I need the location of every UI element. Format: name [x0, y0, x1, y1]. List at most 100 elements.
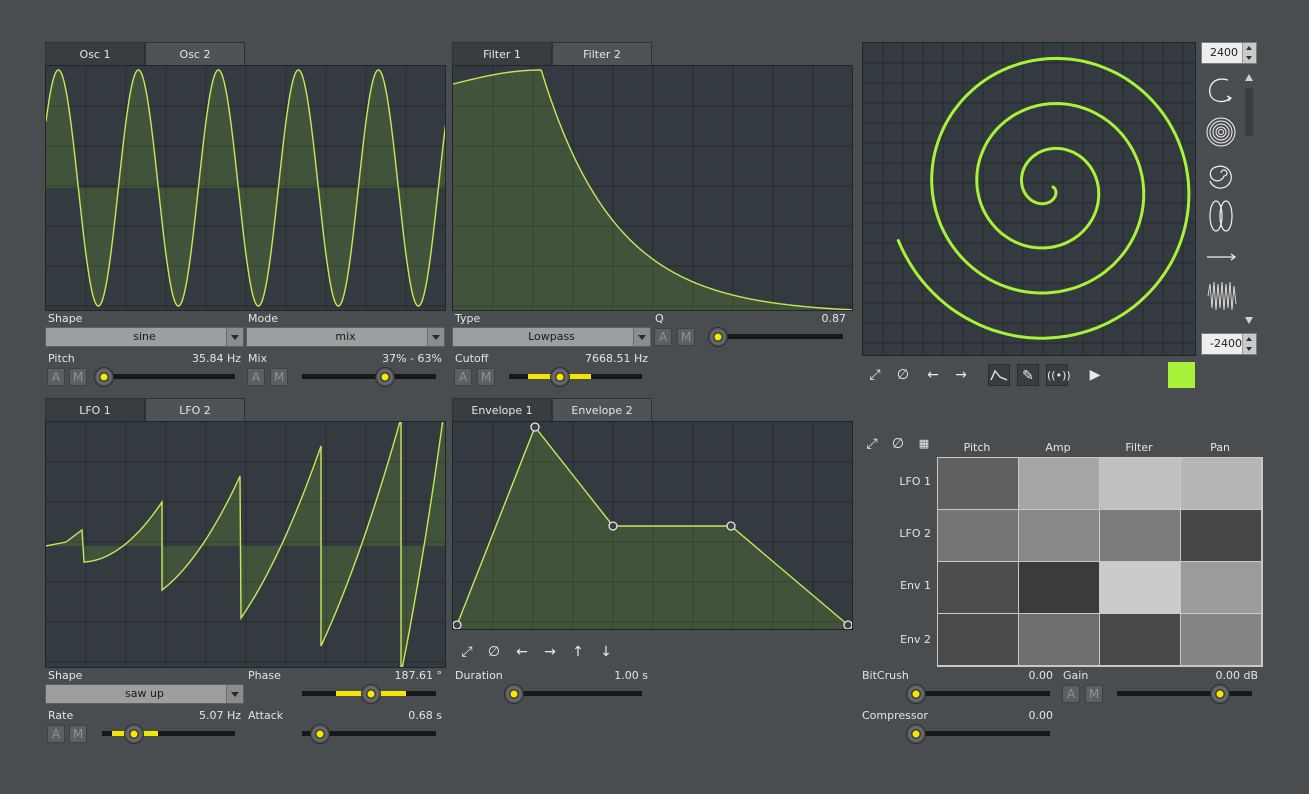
matrix-cell[interactable]: [1100, 562, 1180, 613]
slider-knob[interactable]: [362, 685, 380, 703]
tab-lfo-2[interactable]: LFO 2: [145, 398, 245, 421]
matrix-cell[interactable]: [1181, 458, 1261, 509]
attack-slider[interactable]: [302, 725, 436, 743]
play-icon[interactable]: ▶: [1084, 364, 1106, 386]
osc-mode-select[interactable]: mix: [246, 327, 445, 347]
matrix-options-icon[interactable]: ▦: [913, 433, 935, 455]
shift-left-icon[interactable]: ←: [922, 364, 944, 386]
env-fit-icon[interactable]: ⤢: [456, 641, 478, 663]
pitch-slider[interactable]: [95, 368, 235, 386]
max-value-spinbox[interactable]: 2400: [1201, 42, 1257, 64]
rate-automate-button[interactable]: A: [47, 725, 65, 743]
matrix-cell[interactable]: [1019, 458, 1099, 509]
slider-knob[interactable]: [311, 725, 329, 743]
q-automate-button[interactable]: A: [654, 328, 672, 346]
shift-right-icon[interactable]: →: [950, 364, 972, 386]
shape-editor-graph[interactable]: [862, 42, 1196, 356]
env-shift-up-icon[interactable]: ↑: [567, 641, 589, 663]
cutoff-slider[interactable]: [509, 368, 642, 386]
env-shift-right-icon[interactable]: →: [539, 641, 561, 663]
slider-knob[interactable]: [1211, 685, 1229, 703]
slider-knob[interactable]: [125, 725, 143, 743]
tab-envelope-2[interactable]: Envelope 2: [552, 398, 652, 421]
spiral-icon[interactable]: [1209, 165, 1232, 189]
matrix-cell[interactable]: [938, 614, 1018, 665]
matrix-cell[interactable]: [1100, 510, 1180, 561]
matrix-cell[interactable]: [938, 562, 1018, 613]
osc-shape-select[interactable]: sine: [45, 327, 244, 347]
fit-icon[interactable]: ⤢: [864, 364, 886, 386]
mix-automate-button[interactable]: A: [247, 368, 265, 386]
gain-slider[interactable]: [1117, 685, 1252, 703]
scroll-up-icon[interactable]: [1245, 74, 1253, 81]
filter-response-graph[interactable]: [452, 65, 853, 311]
spiral-dense-icon[interactable]: [1206, 117, 1236, 147]
tab-osc-1[interactable]: Osc 1: [45, 42, 145, 65]
filter-type-select[interactable]: Lowpass: [452, 327, 651, 347]
mix-slider[interactable]: [302, 368, 436, 386]
tab-filter-2[interactable]: Filter 2: [552, 42, 652, 65]
slider-knob[interactable]: [907, 685, 925, 703]
curve-mode-icon[interactable]: [988, 364, 1010, 386]
shape-presets[interactable]: [1204, 72, 1240, 322]
modulation-matrix[interactable]: [937, 457, 1263, 667]
cutoff-modulate-button[interactable]: M: [477, 368, 495, 386]
slider-knob[interactable]: [709, 328, 727, 346]
gain-automate-button[interactable]: A: [1062, 685, 1080, 703]
spiral-arc-icon[interactable]: [1208, 78, 1233, 103]
env-shift-left-icon[interactable]: ←: [511, 641, 533, 663]
pitch-modulate-button[interactable]: M: [69, 368, 87, 386]
rate-slider[interactable]: [102, 725, 235, 743]
matrix-reset-icon[interactable]: ∅: [887, 433, 909, 455]
envelope-graph[interactable]: [452, 421, 853, 630]
matrix-cell[interactable]: [1100, 614, 1180, 665]
spin-arrows-icon[interactable]: [1242, 334, 1256, 354]
lfo-graph[interactable]: [45, 421, 446, 668]
env-reset-icon[interactable]: ∅: [483, 641, 505, 663]
tab-filter-1[interactable]: Filter 1: [452, 42, 552, 65]
rate-modulate-button[interactable]: M: [69, 725, 87, 743]
matrix-cell[interactable]: [1181, 562, 1261, 613]
cutoff-automate-button[interactable]: A: [454, 368, 472, 386]
matrix-cell[interactable]: [1100, 458, 1180, 509]
reset-icon[interactable]: ∅: [892, 364, 914, 386]
matrix-cell[interactable]: [1181, 614, 1261, 665]
min-value-spinbox[interactable]: -2400: [1201, 333, 1257, 355]
slider-knob[interactable]: [907, 725, 925, 743]
audio-mode-icon[interactable]: ((•)): [1046, 364, 1071, 386]
draw-mode-icon[interactable]: ✎: [1017, 364, 1039, 386]
matrix-cell[interactable]: [1019, 562, 1099, 613]
tab-envelope-1[interactable]: Envelope 1: [452, 398, 552, 421]
matrix-fit-icon[interactable]: ⤢: [861, 433, 883, 455]
bitcrush-slider[interactable]: [907, 685, 1050, 703]
slider-knob[interactable]: [551, 368, 569, 386]
loops-icon[interactable]: [1209, 200, 1233, 232]
color-swatch[interactable]: [1168, 362, 1195, 388]
noise-icon[interactable]: [1207, 281, 1237, 311]
mix-modulate-button[interactable]: M: [270, 368, 288, 386]
spin-arrows-icon[interactable]: [1242, 43, 1256, 63]
lfo-shape-select[interactable]: saw up: [45, 684, 244, 704]
pitch-automate-button[interactable]: A: [47, 368, 65, 386]
q-slider[interactable]: [709, 328, 843, 346]
scroll-thumb[interactable]: [1245, 88, 1253, 136]
tab-lfo-1[interactable]: LFO 1: [45, 398, 145, 421]
matrix-cell[interactable]: [938, 458, 1018, 509]
q-modulate-button[interactable]: M: [677, 328, 695, 346]
matrix-cell[interactable]: [938, 510, 1018, 561]
oscillator-graph[interactable]: [45, 65, 446, 311]
slider-knob[interactable]: [376, 368, 394, 386]
tab-osc-2[interactable]: Osc 2: [145, 42, 245, 65]
matrix-cell[interactable]: [1181, 510, 1261, 561]
matrix-cell[interactable]: [1019, 510, 1099, 561]
line-icon[interactable]: [1207, 253, 1236, 261]
slider-knob[interactable]: [95, 368, 113, 386]
preset-scrollbar[interactable]: [1244, 74, 1254, 326]
env-shift-down-icon[interactable]: ↓: [595, 641, 617, 663]
compressor-slider[interactable]: [907, 725, 1050, 743]
matrix-cell[interactable]: [1019, 614, 1099, 665]
phase-slider[interactable]: [302, 685, 436, 703]
slider-knob[interactable]: [505, 685, 523, 703]
scroll-down-icon[interactable]: [1245, 317, 1253, 324]
gain-modulate-button[interactable]: M: [1085, 685, 1103, 703]
